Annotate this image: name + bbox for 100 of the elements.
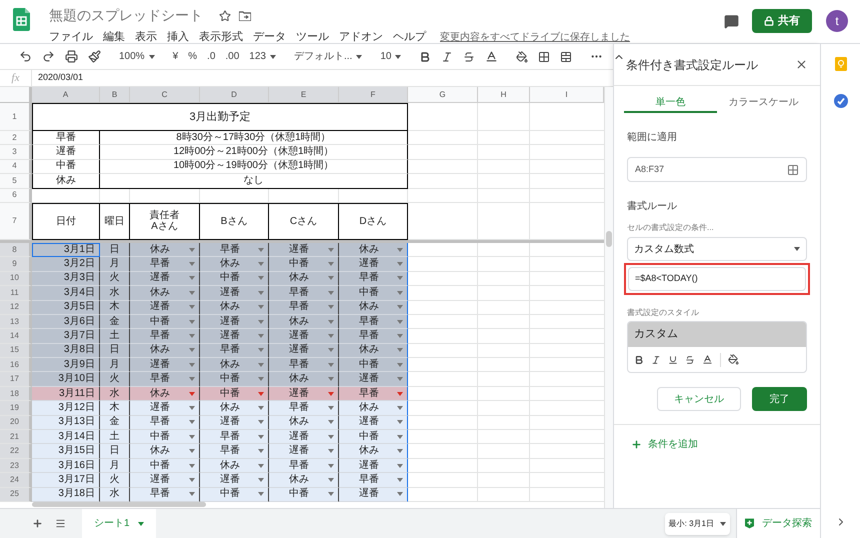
dropdown-caret-icon[interactable] <box>328 377 334 382</box>
column-header[interactable]: I <box>530 87 604 103</box>
dropdown-caret-icon[interactable] <box>328 392 334 396</box>
add-rule-link[interactable]: 条件を追加 <box>631 437 698 452</box>
document-title[interactable]: 無題のスプレッドシート <box>49 5 203 26</box>
dropdown-caret-icon[interactable] <box>397 290 403 295</box>
row-number[interactable]: 24 <box>0 473 32 488</box>
comment-icon[interactable] <box>724 14 739 28</box>
menu-item[interactable]: 表示 <box>135 29 157 46</box>
dropdown-caret-icon[interactable] <box>258 305 264 310</box>
formula-input[interactable]: =$A8<TODAY() <box>628 267 806 291</box>
dropdown-caret-icon[interactable] <box>189 478 195 482</box>
zoom-dropdown[interactable]: 100% <box>114 46 160 68</box>
dropdown-caret-icon[interactable] <box>397 305 403 310</box>
column-header[interactable]: F <box>339 87 408 103</box>
bold-icon[interactable] <box>634 354 644 364</box>
dropdown-caret-icon[interactable] <box>328 305 334 310</box>
dropdown-caret-icon[interactable] <box>397 320 403 324</box>
dropdown-caret-icon[interactable] <box>328 262 334 266</box>
dropdown-caret-icon[interactable] <box>328 276 334 280</box>
fill-color-icon[interactable] <box>728 354 739 365</box>
row-number[interactable]: 19 <box>0 401 32 416</box>
dropdown-caret-icon[interactable] <box>397 262 403 266</box>
dropdown-caret-icon[interactable] <box>189 290 195 295</box>
menu-item[interactable]: 編集 <box>103 29 125 46</box>
dropdown-caret-icon[interactable] <box>397 478 403 482</box>
cancel-button[interactable]: キャンセル <box>657 387 741 411</box>
column-header[interactable]: A <box>32 87 100 103</box>
dropdown-caret-icon[interactable] <box>328 320 334 324</box>
dropdown-caret-icon[interactable] <box>258 348 264 352</box>
dropdown-caret-icon[interactable] <box>397 492 403 496</box>
row-number[interactable]: 25 <box>0 488 32 502</box>
dropdown-caret-icon[interactable] <box>189 248 195 252</box>
dropdown-caret-icon[interactable] <box>258 276 264 280</box>
dropdown-caret-icon[interactable] <box>328 420 334 424</box>
row-number[interactable]: 4 <box>0 160 32 174</box>
row-number[interactable]: 15 <box>0 344 32 358</box>
percent-button[interactable]: % <box>183 46 202 68</box>
menu-item[interactable]: 挿入 <box>167 29 189 46</box>
dropdown-caret-icon[interactable] <box>258 290 264 295</box>
sheet-tab[interactable]: シート1 <box>82 509 156 538</box>
dropdown-caret-icon[interactable] <box>328 492 334 496</box>
row-number[interactable]: 10 <box>0 272 32 286</box>
dropdown-caret-icon[interactable] <box>189 420 195 424</box>
row-number[interactable]: 7 <box>0 202 32 240</box>
column-header[interactable]: E <box>269 87 339 103</box>
dropdown-caret-icon[interactable] <box>397 377 403 382</box>
font-size-dropdown[interactable]: 10 <box>375 46 406 68</box>
menu-item[interactable]: アドオン <box>339 29 383 46</box>
dropdown-caret-icon[interactable] <box>189 434 195 439</box>
dropdown-caret-icon[interactable] <box>328 434 334 439</box>
currency-button[interactable]: ¥ <box>168 46 184 68</box>
dropdown-caret-icon[interactable] <box>397 334 403 338</box>
close-icon[interactable] <box>795 58 808 71</box>
horizontal-scrollbar-thumb[interactable] <box>32 502 206 507</box>
menu-item[interactable]: ツール <box>296 29 329 46</box>
underline-icon[interactable] <box>668 354 678 364</box>
italic-icon[interactable] <box>651 354 661 364</box>
dropdown-caret-icon[interactable] <box>397 248 403 252</box>
dropdown-caret-icon[interactable] <box>189 492 195 496</box>
dropdown-caret-icon[interactable] <box>328 464 334 468</box>
dropdown-caret-icon[interactable] <box>397 276 403 280</box>
text-color-icon[interactable] <box>702 354 713 365</box>
dropdown-caret-icon[interactable] <box>328 449 334 454</box>
menu-item[interactable]: ヘルプ <box>393 29 426 46</box>
increase-decimal-button[interactable]: .00 <box>220 46 244 68</box>
dropdown-caret-icon[interactable] <box>189 262 195 266</box>
dropdown-caret-icon[interactable] <box>258 320 264 324</box>
column-header[interactable]: D <box>200 87 269 103</box>
dropdown-caret-icon[interactable] <box>189 464 195 468</box>
dropdown-caret-icon[interactable] <box>258 434 264 439</box>
row-number[interactable]: 12 <box>0 300 32 315</box>
dropdown-caret-icon[interactable] <box>189 276 195 280</box>
dropdown-caret-icon[interactable] <box>328 362 334 367</box>
row-number[interactable]: 13 <box>0 314 32 330</box>
row-number[interactable]: 5 <box>0 174 32 189</box>
summary-dropdown[interactable]: 最小: 3月1日 <box>664 512 730 534</box>
condition-dropdown[interactable]: カスタム数式 <box>627 237 807 261</box>
dropdown-caret-icon[interactable] <box>258 248 264 252</box>
save-status-link[interactable]: 変更内容をすべてドライブに保存しました <box>440 30 630 45</box>
dropdown-caret-icon[interactable] <box>328 334 334 338</box>
formula-input[interactable]: 2020/03/01 <box>32 71 613 85</box>
spreadsheet-logo[interactable] <box>13 8 30 31</box>
dropdown-caret-icon[interactable] <box>258 478 264 482</box>
dropdown-caret-icon[interactable] <box>397 362 403 367</box>
row-number[interactable]: 18 <box>0 386 32 402</box>
panel-tab[interactable]: カラースケール <box>717 93 810 113</box>
dropdown-caret-icon[interactable] <box>258 392 264 396</box>
dropdown-caret-icon[interactable] <box>258 449 264 454</box>
row-number[interactable]: 8 <box>0 242 32 258</box>
dropdown-caret-icon[interactable] <box>397 434 403 439</box>
row-number[interactable]: 20 <box>0 416 32 430</box>
row-number[interactable]: 9 <box>0 257 32 272</box>
share-button[interactable]: 共有 <box>752 9 812 33</box>
decrease-decimal-button[interactable]: .0 <box>202 46 220 68</box>
dropdown-caret-icon[interactable] <box>258 420 264 424</box>
row-number[interactable]: 21 <box>0 430 32 444</box>
column-header[interactable]: H <box>478 87 530 103</box>
dropdown-caret-icon[interactable] <box>258 334 264 338</box>
row-number[interactable]: 3 <box>0 145 32 160</box>
